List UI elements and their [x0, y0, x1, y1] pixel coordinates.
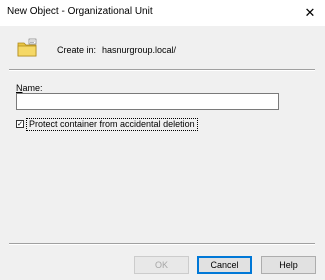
cancel-button[interactable]: Cancel — [197, 256, 252, 274]
ok-button[interactable]: OK — [134, 256, 189, 274]
protect-checkbox-row[interactable]: ✓ Protect container from accidental dele… — [16, 117, 198, 131]
create-in-label: Create in: — [57, 45, 97, 55]
window-title: New Object - Organizational Unit — [7, 6, 153, 17]
header-separator — [9, 69, 315, 71]
name-input[interactable] — [16, 93, 279, 110]
dialog-window: New Object - Organizational Unit ✕ Creat… — [0, 0, 325, 280]
protect-checkbox[interactable]: ✓ — [16, 120, 24, 128]
protect-checkbox-label[interactable]: Protect container from accidental deleti… — [26, 117, 198, 131]
name-label: Name: — [16, 83, 43, 93]
folder-ou-icon — [17, 38, 37, 57]
close-icon: ✕ — [304, 5, 316, 20]
help-button[interactable]: Help — [261, 256, 316, 274]
close-button[interactable]: ✕ — [295, 0, 325, 26]
name-label-rest: ame: — [22, 83, 43, 93]
checkmark-icon: ✓ — [17, 120, 23, 128]
create-in-path: hasnurgroup.local/ — [102, 45, 177, 55]
title-bar[interactable]: New Object - Organizational Unit ✕ — [0, 0, 325, 26]
footer-separator — [9, 243, 315, 245]
